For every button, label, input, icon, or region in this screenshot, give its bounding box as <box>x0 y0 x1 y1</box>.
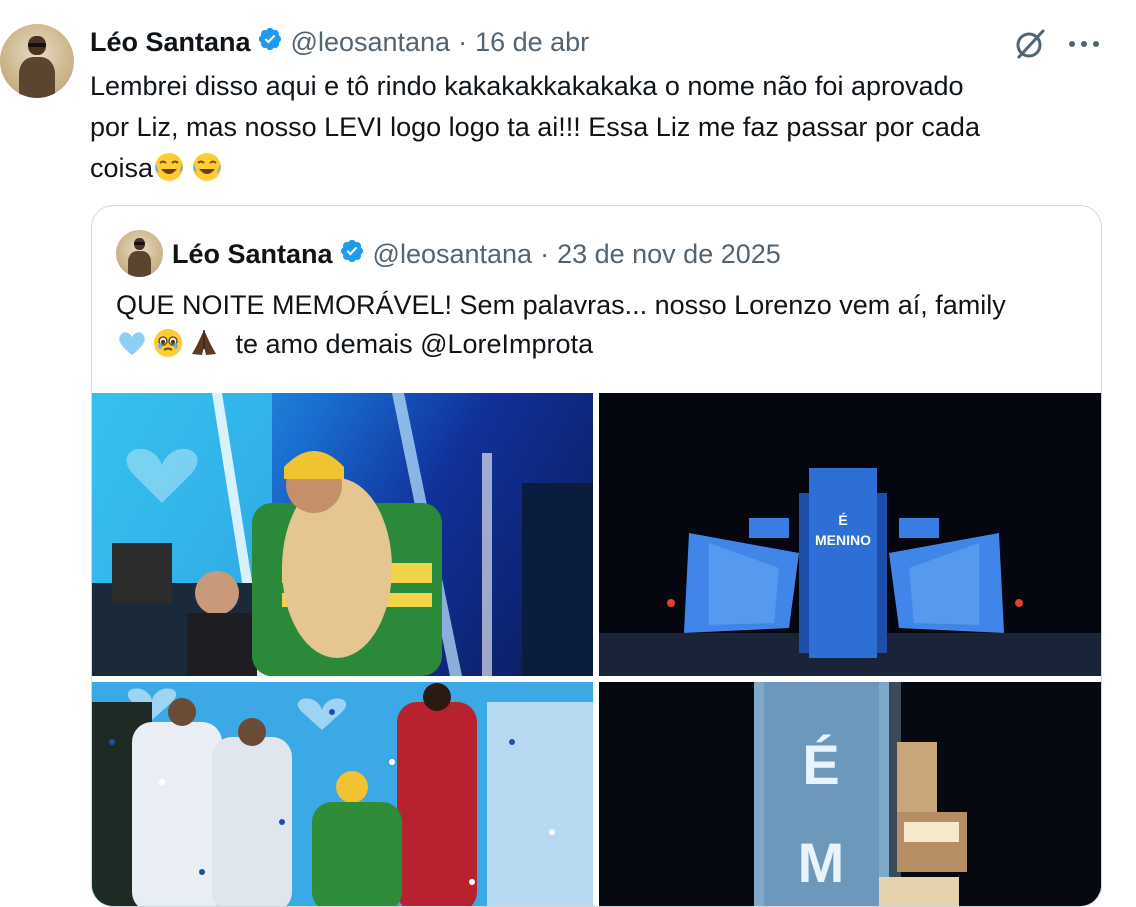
quoted-author-handle: @leosantana <box>372 238 533 269</box>
more-icon[interactable] <box>1064 26 1104 62</box>
face-with-tears-of-joy-icon <box>191 151 223 183</box>
tweet-header: Léo Santana @leosantana · 16 de abr <box>90 24 589 60</box>
light-blue-heart-icon <box>116 327 148 359</box>
tweet-text: Lembrei disso aqui e tô rindo kakakakkak… <box>90 66 1100 189</box>
grok-icon[interactable] <box>1012 26 1048 62</box>
author-avatar[interactable] <box>0 24 74 98</box>
verified-badge-icon <box>257 26 283 59</box>
tweet-date[interactable]: 16 de abr <box>475 27 589 58</box>
tweet-text-line: por Liz, mas nosso LEVI logo logo ta ai!… <box>90 112 980 142</box>
stage-overlay-text: É <box>838 512 847 528</box>
face-with-tears-of-joy-icon <box>153 151 185 183</box>
lit-stage-photo[interactable]: É MENINO <box>599 393 1101 676</box>
separator-dot: · <box>540 238 550 269</box>
building-projection-photo[interactable]: É M <box>599 682 1101 906</box>
verified-badge-icon <box>339 238 365 271</box>
author-handle[interactable]: @leosantana <box>291 27 451 58</box>
quoted-tweet-text: QUE NOITE MEMORÁVEL! Sem palavras... nos… <box>116 286 1086 364</box>
quoted-tweet-card[interactable]: Léo Santana @leosantana · 23 de nov de 2… <box>91 205 1102 907</box>
separator-dot: · <box>458 26 468 57</box>
quoted-author-avatar[interactable] <box>116 230 163 277</box>
quoted-text-fragment: te amo demais @LoreImprota <box>235 329 594 359</box>
tweet-text-line: coisa <box>90 148 1100 189</box>
building-overlay-text: É <box>802 733 839 796</box>
author-name[interactable]: Léo Santana <box>90 27 251 58</box>
quoted-tweet-header: Léo Santana @leosantana · 23 de nov de 2… <box>172 236 781 272</box>
confetti-celebration-photo[interactable] <box>92 682 593 906</box>
quoted-tweet-date: 23 de nov de 2025 <box>557 238 781 269</box>
stage-overlay-text: MENINO <box>815 532 871 548</box>
hug-on-stage-photo[interactable] <box>92 393 593 676</box>
face-holding-back-tears-icon <box>152 327 184 359</box>
quoted-text-line: te amo demais @LoreImprota <box>116 325 1086 364</box>
quoted-text-line: QUE NOITE MEMORÁVEL! Sem palavras... nos… <box>116 290 1006 320</box>
tweet-text-line: Lembrei disso aqui e tô rindo kakakakkak… <box>90 71 964 101</box>
folded-hands-icon <box>188 327 220 359</box>
quoted-author-name: Léo Santana <box>172 238 333 269</box>
tweet-text-fragment: coisa <box>90 153 154 183</box>
building-overlay-text: M <box>798 831 845 894</box>
